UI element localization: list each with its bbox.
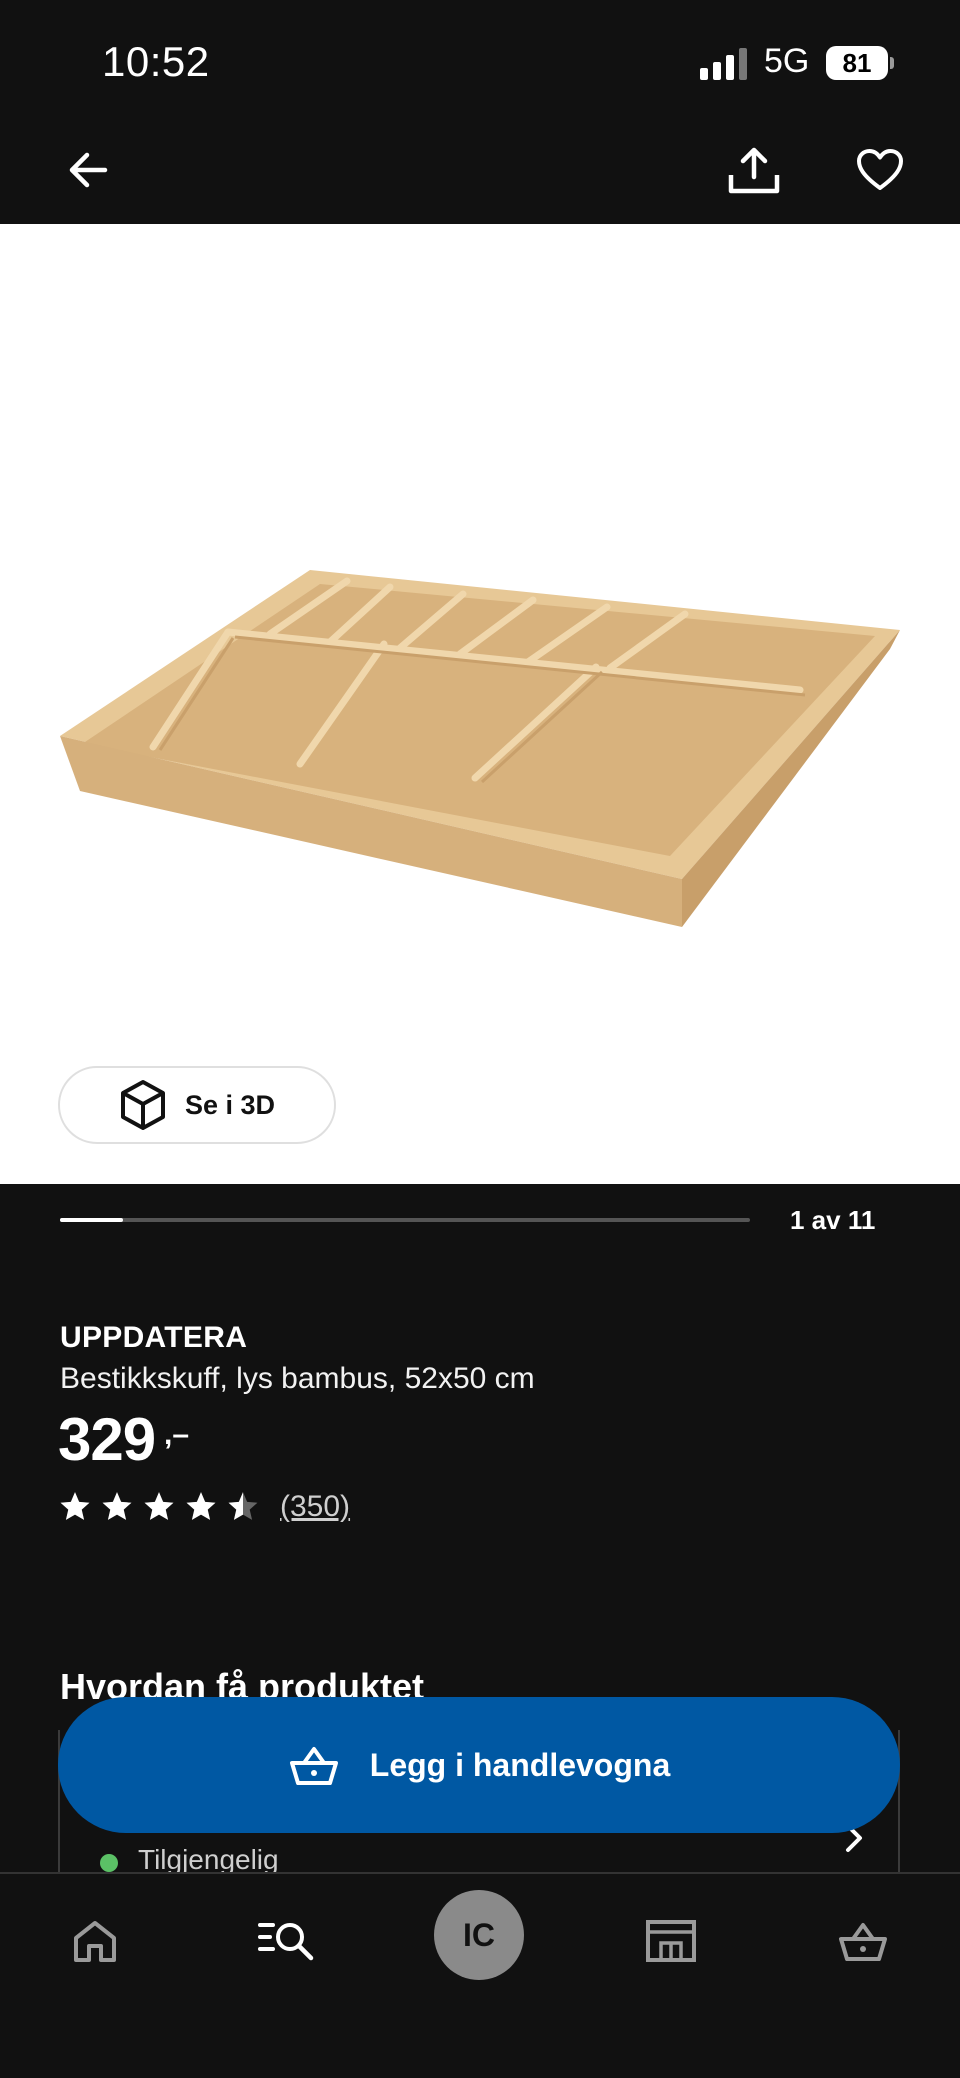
gallery-progress-bar (60, 1218, 750, 1222)
basket-icon (839, 1923, 887, 1961)
star-icon (186, 1492, 216, 1520)
heart-icon (857, 149, 903, 190)
signal-icon (700, 48, 747, 80)
back-button[interactable] (48, 130, 128, 210)
home-icon (74, 1921, 116, 1962)
store-icon (646, 1920, 696, 1962)
star-icon (102, 1492, 132, 1520)
product-image-gallery[interactable] (0, 224, 960, 1184)
product-image (60, 570, 900, 927)
add-to-cart-button[interactable]: Legg i handlevogna (58, 1697, 900, 1833)
battery-icon: 81 (826, 46, 896, 80)
star-icon (60, 1492, 90, 1520)
favorite-button[interactable] (840, 130, 920, 210)
share-icon (728, 147, 780, 194)
product-name: UPPDATERA (60, 1321, 248, 1354)
star-icon (228, 1492, 258, 1520)
basket-icon (289, 1747, 338, 1785)
profile-avatar[interactable]: IC (434, 1890, 524, 1980)
review-count-link[interactable]: (350) (280, 1490, 350, 1524)
product-price: 329 (58, 1406, 156, 1473)
nav-home[interactable] (50, 1896, 140, 1986)
top-nav-bar (0, 120, 960, 224)
nav-search[interactable] (242, 1896, 332, 1986)
search-list-icon (258, 1923, 314, 1961)
network-type: 5G (764, 42, 810, 80)
back-arrow-icon (69, 152, 108, 188)
rating-stars[interactable] (58, 1490, 260, 1522)
battery-level: 81 (826, 46, 888, 80)
share-button[interactable] (714, 130, 794, 210)
nav-store[interactable] (626, 1896, 716, 1986)
gallery-position-label: 1 av 11 (790, 1205, 876, 1235)
nav-cart[interactable] (818, 1896, 908, 1986)
add-to-cart-label: Legg i handlevogna (369, 1746, 671, 1783)
gallery-progress-fill (60, 1218, 123, 1222)
availability-status-dot (100, 1854, 118, 1872)
view-in-3d-label: Se i 3D (184, 1089, 276, 1120)
price-suffix: ,– (164, 1418, 190, 1451)
status-time: 10:52 (102, 38, 210, 85)
product-description: Bestikkskuff, lys bambus, 52x50 cm (60, 1362, 535, 1395)
view-in-3d-button[interactable]: Se i 3D (58, 1066, 336, 1144)
cube-icon (120, 1080, 165, 1130)
star-icon (144, 1492, 174, 1520)
